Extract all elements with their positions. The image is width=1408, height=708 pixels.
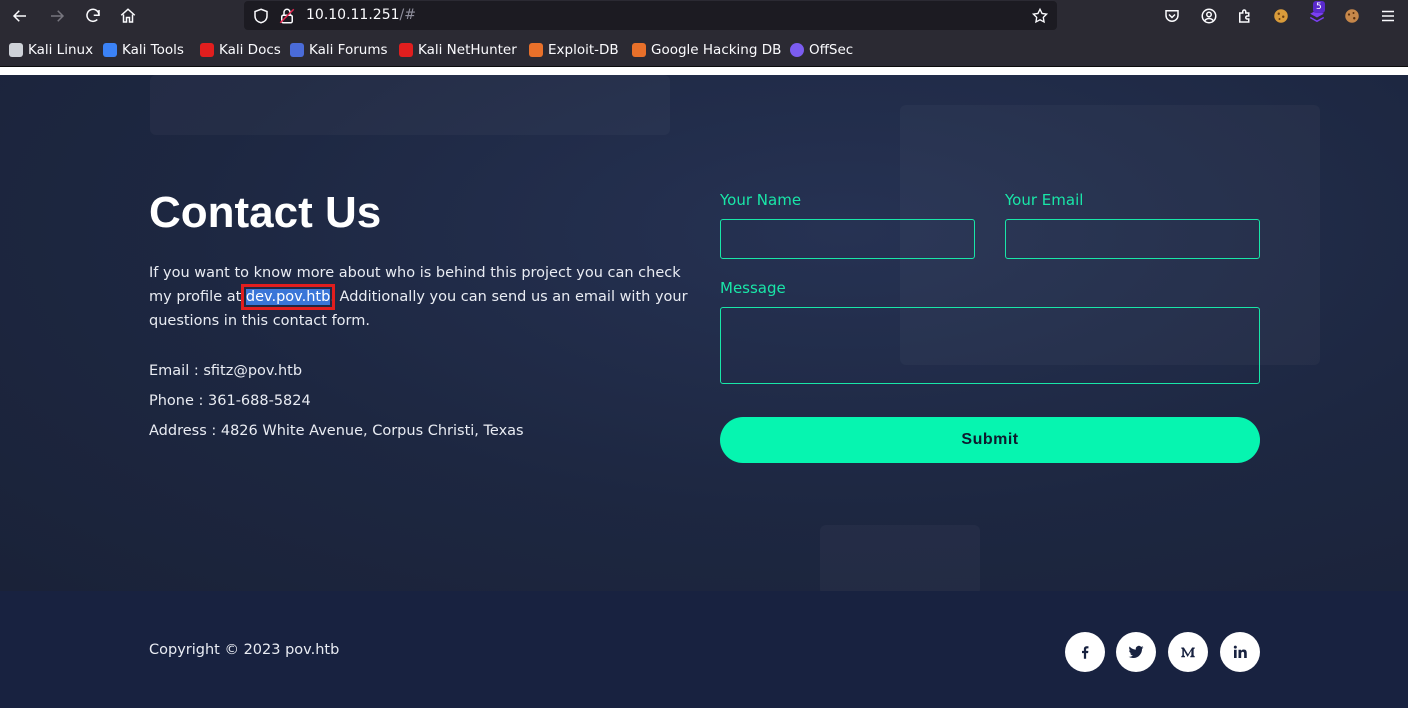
message-label: Message — [720, 279, 786, 297]
ghdb-icon — [632, 43, 646, 57]
url-path: /# — [399, 7, 416, 23]
facebook-button[interactable] — [1065, 632, 1105, 672]
back-button[interactable] — [7, 4, 33, 28]
kali-forums-icon — [290, 43, 304, 57]
medium-icon — [1181, 647, 1195, 658]
bookmark-label: Kali Forums — [309, 42, 388, 58]
nethunter-icon — [399, 43, 413, 57]
kali-tools-icon — [103, 43, 117, 57]
contact-intro: If you want to know more about who is be… — [149, 261, 694, 333]
url-bar[interactable]: 10.10.11.251/# — [244, 1, 1057, 30]
url-text[interactable]: 10.10.11.251/# — [306, 7, 416, 23]
bookmark-label: OffSec — [809, 42, 854, 58]
forward-button[interactable] — [44, 4, 70, 28]
twitter-icon — [1128, 645, 1144, 659]
bookmark-offsec[interactable]: OffSec — [790, 42, 853, 58]
contact-phone: Phone : 361-688-5824 — [149, 393, 311, 409]
facebook-icon — [1082, 646, 1089, 659]
submit-button[interactable]: Submit — [720, 417, 1260, 463]
web-page: Contact Us If you want to know more abou… — [0, 67, 1408, 708]
bookmark-label: Exploit-DB — [548, 42, 619, 58]
email-label: Your Email — [1005, 191, 1084, 209]
shield-icon[interactable] — [252, 7, 270, 25]
home-button[interactable] — [115, 4, 141, 28]
extension-button-1[interactable] — [1271, 6, 1291, 26]
contact-address: Address : 4826 White Avenue, Corpus Chri… — [149, 423, 524, 439]
account-button[interactable] — [1199, 6, 1219, 26]
bookmark-kali-tools[interactable]: Kali Tools — [103, 42, 184, 58]
extensions-button[interactable] — [1235, 6, 1255, 26]
bookmarks-bar: Kali Linux Kali Tools Kali Docs Kali For… — [0, 32, 1408, 67]
linkedin-button[interactable] — [1220, 632, 1260, 672]
twitter-button[interactable] — [1116, 632, 1156, 672]
bookmark-label: Kali Linux — [28, 42, 94, 58]
exploit-db-icon — [529, 43, 543, 57]
bookmark-exploit-db[interactable]: Exploit-DB — [529, 42, 619, 58]
bookmark-label: Kali Tools — [122, 42, 184, 58]
cookie-editor-icon — [1345, 9, 1359, 23]
background-photo-camera — [820, 525, 980, 591]
bookmark-kali-linux[interactable]: Kali Linux — [9, 42, 93, 58]
linkedin-icon — [1233, 645, 1247, 658]
url-host: 10.10.11.251 — [306, 7, 400, 23]
extension-badge: 5 — [1313, 1, 1325, 13]
arrow-right-icon — [51, 10, 65, 22]
dev-link-highlight[interactable]: dev.pov.htb — [240, 284, 336, 310]
hamburger-icon — [1382, 10, 1394, 22]
header-strip — [0, 67, 1408, 75]
bookmark-label: Kali Docs — [219, 42, 281, 58]
extension-button-3[interactable] — [1342, 6, 1362, 26]
message-textarea[interactable] — [720, 307, 1260, 384]
cookie-icon — [1274, 9, 1288, 23]
arrow-left-icon — [12, 10, 26, 22]
kali-dragon-icon — [9, 43, 23, 57]
menu-button[interactable] — [1378, 6, 1398, 26]
home-icon — [120, 8, 136, 23]
contact-email: Email : sfitz@pov.htb — [149, 363, 303, 379]
insecure-lock-icon[interactable] — [278, 7, 296, 25]
puzzle-icon — [1239, 9, 1250, 23]
name-input[interactable] — [720, 219, 975, 259]
bookmark-kali-forums[interactable]: Kali Forums — [290, 42, 388, 58]
reload-icon — [86, 8, 100, 23]
medium-button[interactable] — [1168, 632, 1208, 672]
background-photo — [150, 75, 670, 135]
bookmark-google-hacking-db[interactable]: Google Hacking DB — [632, 42, 781, 58]
contact-title: Contact Us — [149, 188, 382, 237]
copyright-text: Copyright © 2023 pov.htb — [149, 642, 340, 658]
bookmark-star-icon[interactable] — [1031, 7, 1049, 25]
bookmark-kali-nethunter[interactable]: Kali NetHunter — [399, 42, 517, 58]
email-input[interactable] — [1005, 219, 1260, 259]
reload-button[interactable] — [80, 4, 106, 28]
name-label: Your Name — [720, 191, 802, 209]
browser-toolbar: 10.10.11.251/# 5 — [0, 0, 1408, 32]
pocket-button[interactable] — [1162, 6, 1182, 26]
account-icon — [1201, 8, 1217, 24]
pocket-icon — [1165, 10, 1179, 22]
bookmark-label: Google Hacking DB — [651, 42, 782, 58]
bookmark-kali-docs[interactable]: Kali Docs — [200, 42, 281, 58]
kali-docs-icon — [200, 43, 214, 57]
bookmark-label: Kali NetHunter — [418, 42, 517, 58]
offsec-icon — [790, 43, 804, 57]
